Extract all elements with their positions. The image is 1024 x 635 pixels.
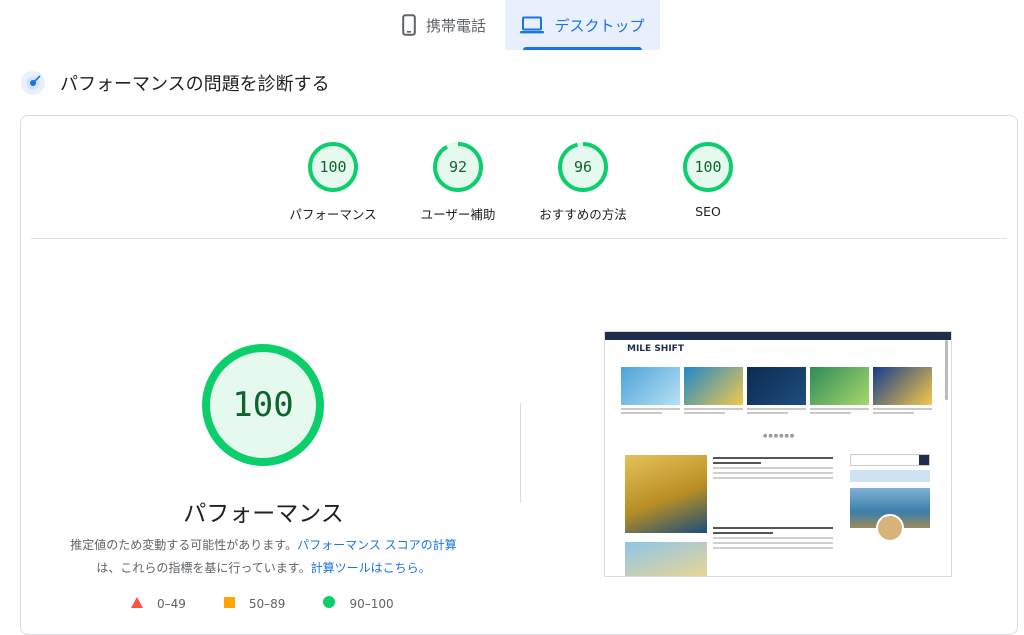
gauge-label: SEO: [695, 204, 721, 219]
main-performance-gauge: 100: [201, 343, 325, 467]
gauge-score: 100: [319, 158, 347, 176]
tab-desktop[interactable]: デスクトップ: [505, 0, 660, 50]
legend-average: 50–89: [223, 596, 286, 611]
calculator-link[interactable]: 計算ツールはこちら。: [311, 561, 431, 575]
legend-fail: 0–49: [131, 596, 186, 611]
main-score-title: パフォーマンス: [183, 501, 344, 527]
tab-desktop-label: デスクトップ: [554, 16, 645, 35]
thumb-post-text: [713, 527, 833, 552]
thumb-banner: [850, 470, 930, 482]
laptop-icon: [520, 16, 545, 34]
gauge-label: パフォーマンス: [289, 207, 377, 222]
diagnostics-icon: [20, 70, 46, 96]
gauge-label: おすすめの方法: [539, 207, 627, 222]
thumb-search: [850, 454, 930, 466]
thumb-slide: [873, 367, 932, 414]
vertical-separator: [520, 403, 521, 503]
gauge-ring: 92: [432, 141, 484, 193]
thumb-scrollbar: [945, 340, 948, 400]
score-legend: 0–49 50–89 90–100: [131, 596, 394, 611]
legend-pass: 90–100: [323, 596, 394, 611]
tab-mobile[interactable]: 携帯電話: [384, 0, 504, 50]
thumb-topbar: [605, 332, 951, 340]
page-screenshot-thumbnail[interactable]: MILE SHIFT ●●●●●●: [604, 331, 952, 577]
thumb-slide: [684, 367, 743, 414]
gauge-seo[interactable]: 100 SEO: [638, 141, 778, 219]
thumb-carousel-dots: ●●●●●●: [763, 433, 796, 439]
triangle-icon: [131, 596, 143, 611]
smartphone-icon: [402, 14, 416, 36]
thumb-carousel: [621, 367, 932, 414]
gauge-label: ユーザー補助: [420, 207, 496, 222]
circle-icon: [323, 596, 336, 611]
gauge-score: 100: [694, 158, 722, 176]
gauge-performance[interactable]: 100 パフォーマンス: [263, 141, 403, 223]
legend-pass-range: 90–100: [349, 596, 394, 611]
legend-fail-range: 0–49: [157, 596, 186, 611]
section-title: パフォーマンスの問題を診断する: [60, 74, 330, 95]
main-score: 100: [232, 385, 294, 425]
thumb-post-image: [625, 542, 707, 576]
score-description: 推定値のため変動する可能性があります。パフォーマンス スコアの計算 は、これらの…: [51, 534, 476, 580]
gauge-ring: 100: [682, 141, 734, 193]
section-header: パフォーマンスの問題を診断する: [20, 70, 330, 96]
square-icon: [223, 596, 235, 611]
desc-text-2: は、これらの指標を基に行っています。: [96, 561, 311, 575]
tab-selected-indicator: [523, 47, 642, 50]
gauge-ring: 96: [557, 141, 609, 193]
tab-mobile-label: 携帯電話: [425, 16, 486, 35]
gauge-score: 96: [573, 158, 593, 176]
thumb-slide: [747, 367, 806, 414]
thumb-post-image: [625, 455, 707, 533]
thumb-photo: [850, 488, 930, 542]
gauge-score: 92: [448, 158, 468, 176]
divider: [31, 238, 1007, 239]
score-calculation-link[interactable]: パフォーマンス スコアの計算: [297, 538, 457, 552]
report-card: 100 パフォーマンス 92 ユーザー補助 96 おすすめの方法 100 SEO…: [20, 115, 1018, 635]
desc-text-1: 推定値のため変動する可能性があります。: [70, 538, 298, 552]
thumb-sidebar: [850, 454, 930, 542]
thumb-post-text: [713, 457, 833, 482]
gauge-ring: 100: [307, 141, 359, 193]
thumb-logo: MILE SHIFT: [627, 344, 684, 354]
thumb-slide: [810, 367, 869, 414]
device-tabs: 携帯電話 デスクトップ: [0, 0, 1024, 50]
thumb-slide: [621, 367, 680, 414]
gauge-best-practices[interactable]: 96 おすすめの方法: [513, 141, 653, 223]
gauge-accessibility[interactable]: 92 ユーザー補助: [388, 141, 528, 223]
legend-average-range: 50–89: [248, 596, 286, 611]
